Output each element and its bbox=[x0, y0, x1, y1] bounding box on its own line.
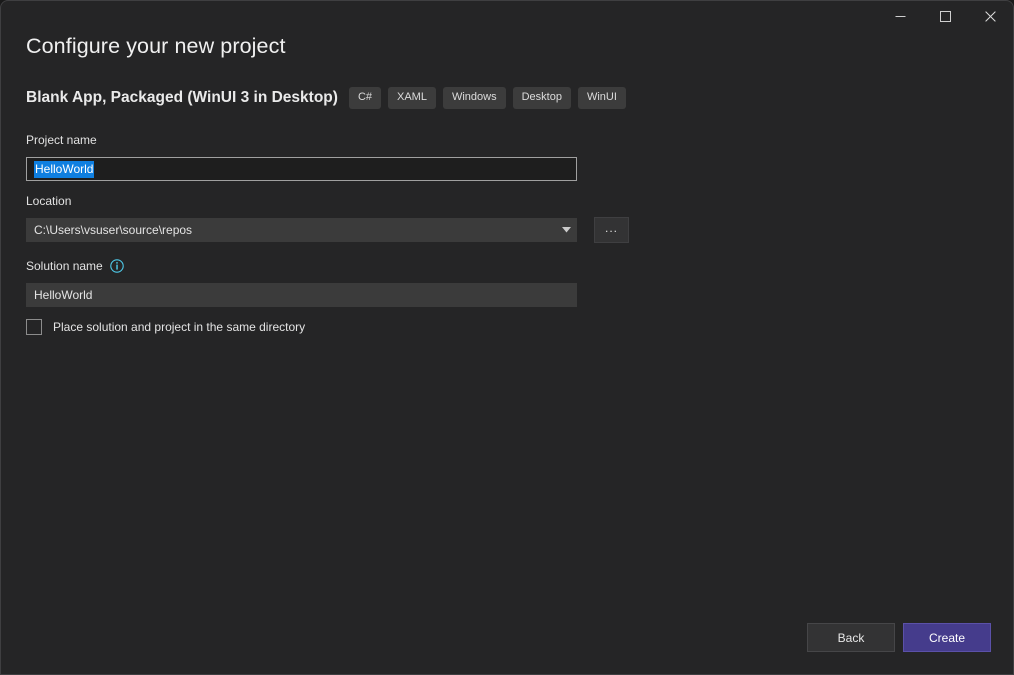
tag-xaml: XAML bbox=[388, 87, 436, 109]
solution-name-value: HelloWorld bbox=[34, 288, 92, 302]
location-combobox[interactable]: C:\Users\vsuser\source\repos bbox=[26, 218, 577, 242]
project-name-value: HelloWorld bbox=[34, 161, 94, 178]
dialog-footer: Back Create bbox=[807, 623, 991, 652]
location-value: C:\Users\vsuser\source\repos bbox=[34, 223, 192, 237]
window-titlebar bbox=[1, 1, 1013, 31]
solution-name-input[interactable]: HelloWorld bbox=[26, 283, 577, 307]
location-label: Location bbox=[26, 194, 71, 208]
tag-desktop: Desktop bbox=[513, 87, 571, 109]
minimize-button[interactable] bbox=[878, 1, 923, 31]
close-button[interactable] bbox=[968, 1, 1013, 31]
solution-name-label: Solution name bbox=[26, 259, 124, 273]
template-tag-list: C# XAML Windows Desktop WinUI bbox=[349, 87, 633, 109]
page-title: Configure your new project bbox=[26, 34, 286, 59]
back-button[interactable]: Back bbox=[807, 623, 895, 652]
configure-project-dialog: Configure your new project Blank App, Pa… bbox=[0, 0, 1014, 675]
maximize-button[interactable] bbox=[923, 1, 968, 31]
create-button[interactable]: Create bbox=[903, 623, 991, 652]
tag-winui: WinUI bbox=[578, 87, 626, 109]
project-name-input[interactable]: HelloWorld bbox=[26, 157, 577, 181]
tag-csharp: C# bbox=[349, 87, 381, 109]
same-directory-label: Place solution and project in the same d… bbox=[53, 320, 305, 334]
same-directory-row[interactable]: Place solution and project in the same d… bbox=[26, 319, 305, 335]
same-directory-checkbox[interactable] bbox=[26, 319, 42, 335]
template-summary: Blank App, Packaged (WinUI 3 in Desktop)… bbox=[26, 87, 633, 109]
browse-location-button[interactable]: ... bbox=[594, 217, 629, 243]
project-name-label: Project name bbox=[26, 133, 97, 147]
template-name: Blank App, Packaged (WinUI 3 in Desktop) bbox=[26, 89, 338, 107]
tag-windows: Windows bbox=[443, 87, 506, 109]
info-icon[interactable] bbox=[110, 259, 124, 273]
solution-name-label-text: Solution name bbox=[26, 259, 103, 273]
chevron-down-icon[interactable] bbox=[556, 219, 576, 241]
